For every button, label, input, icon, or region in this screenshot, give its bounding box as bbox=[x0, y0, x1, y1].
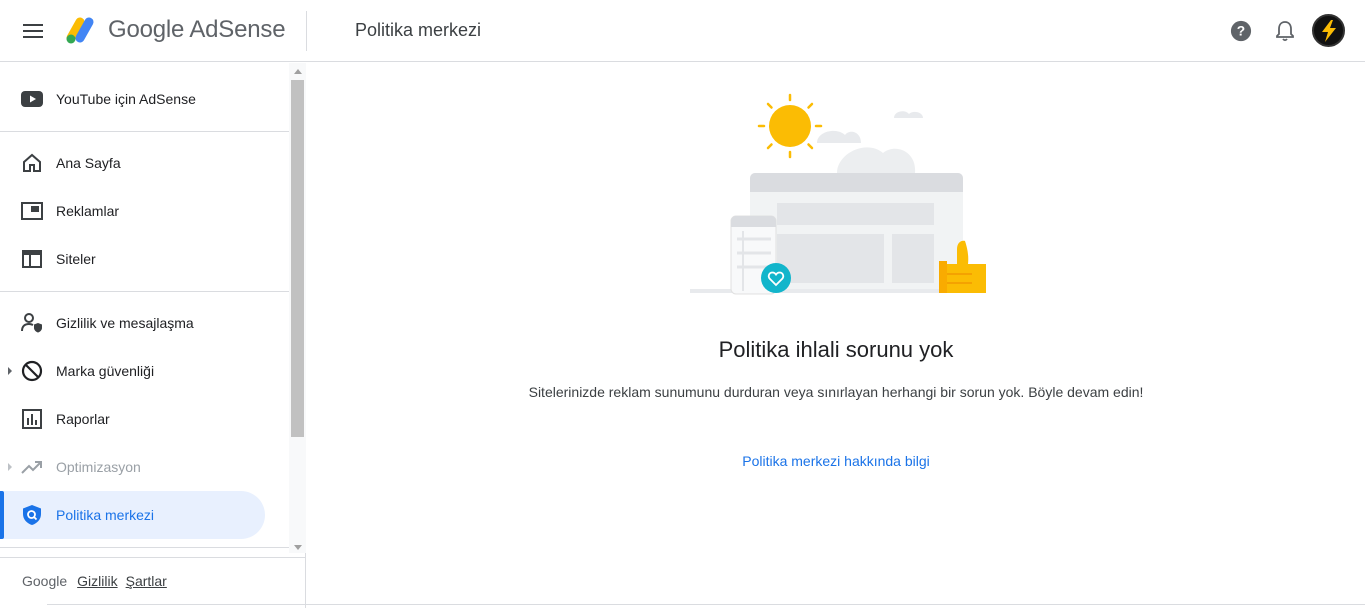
lightning-bolt-icon bbox=[1321, 19, 1336, 42]
notifications-button[interactable] bbox=[1269, 15, 1301, 47]
sidebar-footer-divider bbox=[0, 557, 306, 558]
sidebar-item-label: Politika merkezi bbox=[56, 507, 155, 523]
sidebar-item-label: Optimizasyon bbox=[56, 459, 141, 475]
adsense-logo-icon bbox=[66, 17, 94, 44]
learn-more-link[interactable]: Politika merkezi hakkında bilgi bbox=[307, 453, 1365, 469]
empty-state-description: Sitelerinizde reklam sunumunu durduran v… bbox=[528, 384, 1144, 400]
sidebar-item-sites[interactable]: Siteler bbox=[0, 235, 265, 283]
sidebar-item-optimization[interactable]: Optimizasyon bbox=[0, 443, 265, 491]
sidebar-item-label: Raporlar bbox=[56, 411, 110, 427]
sidebar-item-label: Ana Sayfa bbox=[56, 155, 121, 171]
sidebar-item-label: Reklamlar bbox=[56, 203, 120, 219]
expand-caret-icon bbox=[8, 463, 12, 471]
account-avatar[interactable] bbox=[1312, 14, 1345, 47]
home-icon bbox=[20, 151, 44, 175]
sidebar-item-ads[interactable]: Reklamlar bbox=[0, 187, 265, 235]
scrollbar-thumb[interactable] bbox=[291, 80, 304, 437]
sidebar-scrollbar[interactable] bbox=[289, 63, 306, 553]
top-app-bar: Google AdSense Politika merkezi ? bbox=[0, 0, 1365, 62]
privacy-person-icon bbox=[20, 311, 44, 335]
sidebar-item-label: Gizlilik ve mesajlaşma bbox=[56, 315, 194, 331]
sidebar-footer: Google Gizlilik Şartlar bbox=[22, 573, 175, 589]
main-menu-button[interactable] bbox=[13, 11, 53, 51]
policy-ok-illustration bbox=[690, 93, 986, 295]
google-brand-text: Google bbox=[22, 573, 68, 589]
bell-icon bbox=[1276, 21, 1294, 42]
ads-icon bbox=[20, 199, 44, 223]
adsense-logo[interactable]: Google AdSense bbox=[64, 14, 286, 46]
horizontal-scrollbar-track bbox=[47, 604, 1365, 605]
heart-badge-icon bbox=[761, 263, 791, 293]
sidebar-item-home[interactable]: Ana Sayfa bbox=[0, 139, 265, 187]
sidebar-scroll-area: YouTube için AdSense Ana Sayfa Reklamlar… bbox=[0, 63, 289, 553]
sun-icon bbox=[757, 93, 823, 159]
page-title: Politika merkezi bbox=[355, 20, 482, 40]
sidebar-divider bbox=[0, 131, 289, 132]
logo-text: Google AdSense bbox=[108, 16, 286, 43]
expand-caret-icon bbox=[8, 367, 12, 375]
help-button[interactable]: ? bbox=[1225, 15, 1257, 47]
sidebar-item-youtube[interactable]: YouTube için AdSense bbox=[0, 75, 265, 123]
privacy-link[interactable]: Gizlilik bbox=[77, 573, 117, 589]
sidebar-item-policy-center[interactable]: Politika merkezi bbox=[0, 491, 265, 539]
empty-state-title: Politika ihlali sorunu yok bbox=[718, 337, 954, 362]
sidebar-divider bbox=[0, 291, 289, 292]
sidebar-item-brand-safety[interactable]: Marka güvenliği bbox=[0, 347, 265, 395]
sites-icon bbox=[20, 247, 44, 271]
scroll-down-arrow-icon[interactable] bbox=[294, 545, 302, 550]
trending-up-icon bbox=[20, 455, 44, 479]
sidebar-divider bbox=[0, 547, 289, 548]
scroll-up-arrow-icon[interactable] bbox=[294, 69, 302, 74]
sidebar-item-label: Siteler bbox=[56, 251, 96, 267]
policy-shield-icon bbox=[20, 503, 44, 527]
terms-link[interactable]: Şartlar bbox=[126, 573, 167, 589]
sidebar-nav: YouTube için AdSense Ana Sayfa Reklamlar… bbox=[0, 63, 306, 608]
youtube-icon bbox=[20, 87, 44, 111]
reports-icon bbox=[20, 407, 44, 431]
help-icon: ? bbox=[1230, 20, 1252, 42]
hamburger-menu-icon bbox=[23, 24, 43, 38]
header-divider bbox=[306, 11, 307, 51]
block-icon bbox=[20, 359, 44, 383]
sidebar-item-reports[interactable]: Raporlar bbox=[0, 395, 265, 443]
svg-text:?: ? bbox=[1237, 24, 1245, 39]
sidebar-item-label: YouTube için AdSense bbox=[56, 91, 196, 107]
main-content: Politika ihlali sorunu yok Sitelerinizde… bbox=[307, 63, 1365, 608]
sidebar-item-label: Marka güvenliği bbox=[56, 363, 155, 379]
sidebar-item-privacy-messaging[interactable]: Gizlilik ve mesajlaşma bbox=[0, 299, 265, 347]
